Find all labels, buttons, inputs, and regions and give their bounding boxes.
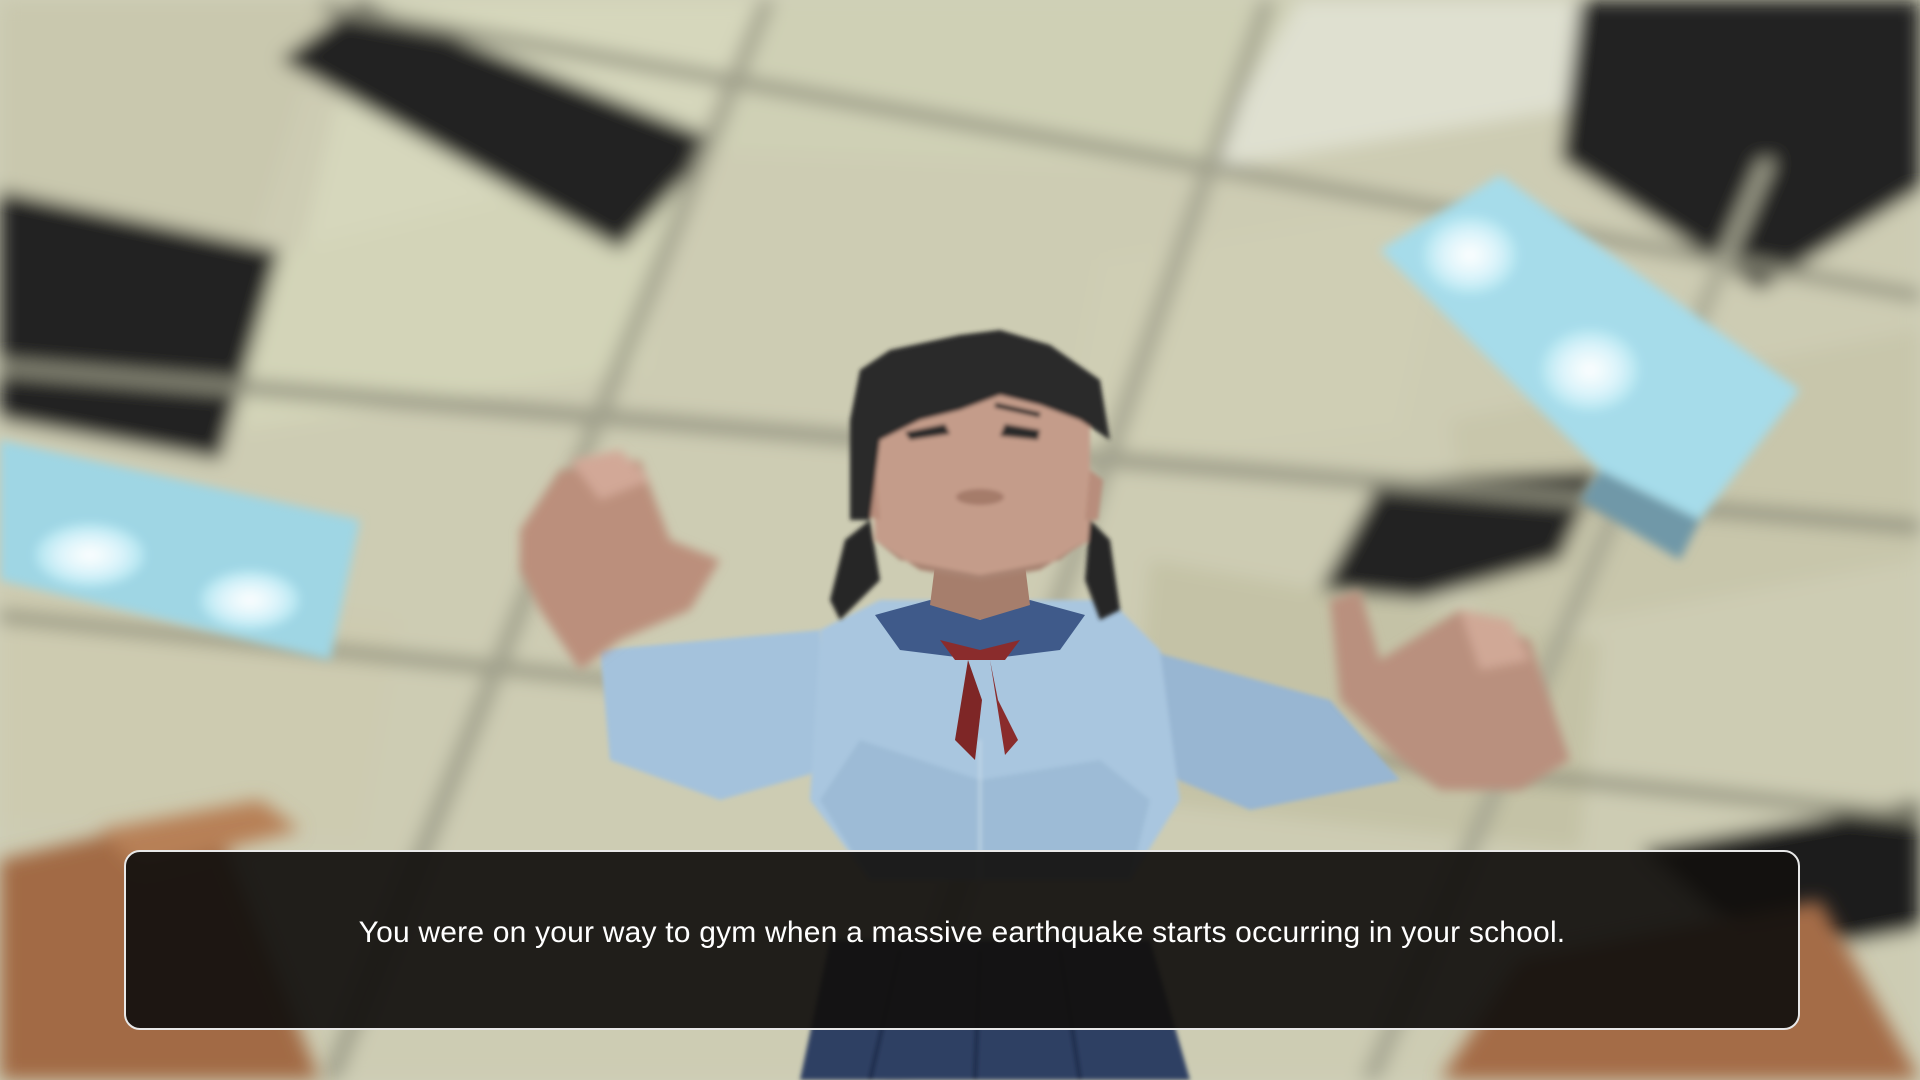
dialogue-text: You were on your way to gym when a massi… — [358, 916, 1566, 949]
dialogue-box[interactable]: You were on your way to gym when a massi… — [124, 850, 1800, 1030]
game-screen[interactable]: You were on your way to gym when a massi… — [0, 0, 1920, 1080]
